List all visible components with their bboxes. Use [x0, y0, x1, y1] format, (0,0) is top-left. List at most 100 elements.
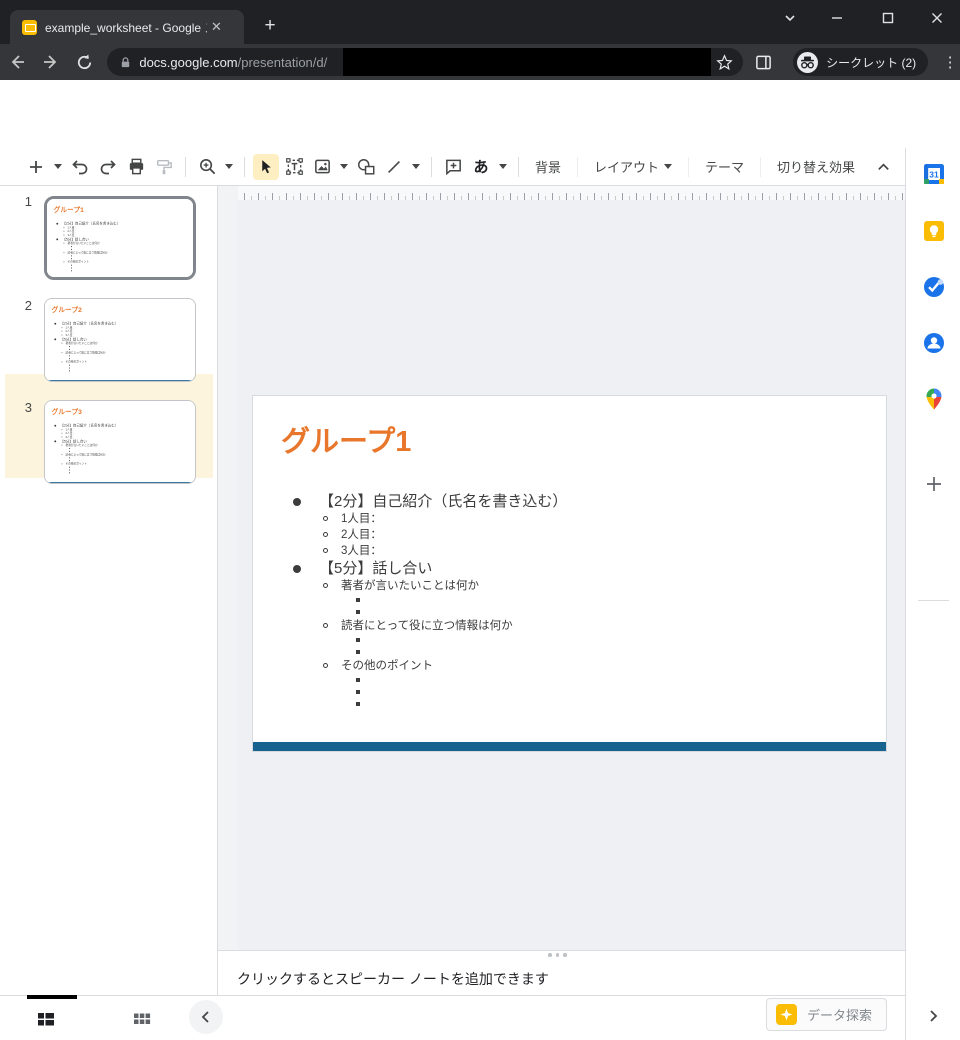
maps-icon[interactable] — [921, 386, 946, 411]
tasks-icon[interactable] — [921, 274, 946, 299]
browser-menu-icon[interactable]: ⋮ — [940, 53, 960, 71]
add-addon-icon[interactable] — [921, 471, 946, 496]
reload-icon[interactable] — [68, 53, 102, 72]
tab-close-icon[interactable]: ✕ — [211, 19, 222, 35]
bullet-item-level-2[interactable]: 3人目： — [253, 543, 886, 559]
window-maximize-icon[interactable] — [873, 4, 903, 32]
bottom-bar: データ探索 — [0, 995, 905, 1040]
theme-accent-bar — [253, 742, 886, 751]
bullet-item-level-3[interactable] — [253, 646, 886, 658]
bullet-text: その他のポイント — [341, 658, 433, 674]
insert-comment-icon[interactable] — [440, 154, 466, 180]
notes-drag-handle-icon[interactable] — [548, 953, 567, 957]
back-icon[interactable] — [0, 52, 34, 72]
thumbnail-content: グループ1【2分】自己紹介（氏名を書き込む）1人目：2人目：3人目：【5分】話し… — [47, 199, 195, 280]
bullet-item-level-3[interactable] — [253, 674, 886, 686]
bullet-item-level-3[interactable] — [253, 634, 886, 646]
calendar-icon[interactable]: 31 — [921, 161, 946, 186]
filmstrip-view-icon[interactable] — [33, 1006, 59, 1032]
text-box-icon[interactable] — [281, 154, 307, 180]
new-tab-button[interactable]: + — [258, 14, 282, 38]
bullet-item-level-3[interactable] — [253, 594, 886, 606]
bullet-marker — [61, 429, 62, 430]
bullet-item-level-3[interactable] — [253, 698, 886, 710]
bullet-text: 著者が言いたいことは何か — [68, 241, 100, 245]
bullet-marker — [323, 623, 328, 628]
window-close-icon[interactable] — [922, 4, 952, 32]
bullet-marker — [54, 338, 56, 340]
incognito-badge[interactable]: シークレット (2) — [793, 48, 928, 76]
bullet-marker — [356, 610, 360, 614]
thumbnail-slide-2[interactable]: グループ2 【2分】自己紹介（氏名を書き込む）1人目：2人目：3人目：【5分】話し… — [44, 298, 196, 382]
bullet-marker — [61, 343, 62, 344]
insert-image-icon[interactable] — [309, 154, 335, 180]
bullet-text: 読者にとって役に立つ情報は何か — [341, 618, 513, 634]
expand-panel-icon[interactable] — [920, 1003, 946, 1029]
ruler-corner — [218, 186, 238, 200]
bullet-marker — [69, 349, 70, 350]
collapse-toolbar-icon[interactable] — [876, 148, 891, 186]
layout-dropdown-icon — [664, 164, 672, 169]
select-tool-icon[interactable] — [253, 154, 279, 180]
filmstrip-panel: 1 グループ1【2分】自己紹介（氏名を書き込む）1人目：2人目：3人目：【5分】… — [0, 186, 218, 995]
zoom-dropdown-icon[interactable] — [222, 154, 236, 180]
redo-icon[interactable] — [95, 154, 121, 180]
bullet-item-level-3[interactable] — [253, 686, 886, 698]
slide-title[interactable]: グループ1 — [281, 418, 411, 460]
bullet-item-level-1[interactable]: 【5分】話し合い — [253, 559, 886, 578]
window-menu-chevron-icon[interactable] — [775, 4, 805, 32]
bullet-marker — [61, 361, 62, 362]
theme-accent-bar — [45, 380, 193, 382]
bullet-item-level-1[interactable]: 【2分】自己紹介（氏名を書き込む） — [253, 492, 886, 511]
bullet-marker — [61, 433, 62, 434]
active-view-indicator — [27, 995, 77, 999]
bullet-item-level-3[interactable] — [253, 606, 886, 618]
speaker-notes[interactable]: クリックするとスピーカー ノートを追加できます — [218, 950, 905, 995]
image-dropdown-icon[interactable] — [337, 154, 351, 180]
contacts-icon[interactable] — [921, 330, 946, 355]
slide-body: 【2分】自己紹介（氏名を書き込む）1人目：2人目：3人目：【5分】話し合い著者が… — [45, 321, 193, 372]
keep-icon[interactable] — [921, 218, 946, 243]
line-dropdown-icon[interactable] — [409, 154, 423, 180]
transition-button[interactable]: 切り替え効果 — [768, 157, 864, 176]
bullet-marker — [293, 565, 301, 573]
insert-line-icon[interactable] — [381, 154, 407, 180]
grid-view-icon[interactable] — [129, 1006, 155, 1032]
bullet-marker — [69, 358, 70, 359]
bullet-text: 1人目： — [341, 511, 382, 527]
layout-label: レイアウト — [594, 157, 659, 176]
new-slide-dropdown-icon[interactable] — [51, 154, 65, 180]
insert-shape-icon[interactable] — [353, 154, 379, 180]
bullet-item-level-2[interactable]: 読者にとって役に立つ情報は何か — [253, 618, 886, 634]
input-tools-dropdown-icon[interactable] — [496, 154, 510, 180]
undo-icon[interactable] — [67, 154, 93, 180]
bullet-item-level-2[interactable]: 1人目： — [253, 511, 886, 527]
url-input[interactable]: docs.google.com/presentation/d/ — [107, 48, 743, 76]
bullet-marker — [323, 548, 328, 553]
theme-button[interactable]: テーマ — [696, 157, 753, 176]
forward-icon[interactable] — [34, 52, 68, 72]
bullet-item-level-2[interactable]: その他のポイント — [253, 658, 886, 674]
slide-title: グループ2 — [52, 304, 82, 314]
main-slide[interactable]: グループ1 【2分】自己紹介（氏名を書き込む）1人目：2人目：3人目：【5分】話し… — [252, 395, 887, 752]
input-tools-button[interactable]: あ — [468, 154, 494, 180]
bullet-item-level-2[interactable]: 2人目： — [253, 527, 886, 543]
window-minimize-icon[interactable] — [822, 4, 852, 32]
thumbnail-slide-3[interactable]: グループ3【2分】自己紹介（氏名を書き込む）1人目：2人目：3人目：【5分】話し… — [44, 400, 196, 484]
background-button[interactable]: 背景 — [526, 157, 570, 176]
collapse-filmstrip-icon[interactable] — [189, 1000, 223, 1034]
bullet-marker — [356, 598, 360, 602]
new-slide-button[interactable] — [23, 154, 49, 180]
slide-body[interactable]: 【2分】自己紹介（氏名を書き込む）1人目：2人目：3人目：【5分】話し合い著者が… — [253, 492, 886, 710]
side-panel-icon[interactable] — [743, 54, 783, 71]
bullet-marker — [63, 252, 64, 253]
print-icon[interactable] — [123, 154, 149, 180]
bullet-marker — [71, 255, 72, 256]
bullet-item-level-2[interactable]: 著者が言いたいことは何か — [253, 578, 886, 594]
browser-tab[interactable]: example_worksheet - Google スラ ✕ — [10, 10, 244, 44]
zoom-icon[interactable] — [194, 154, 220, 180]
thumbnail-slide-1[interactable]: グループ1【2分】自己紹介（氏名を書き込む）1人目：2人目：3人目：【5分】話し… — [44, 196, 196, 280]
layout-button[interactable]: レイアウト — [585, 157, 681, 176]
bookmark-star-icon[interactable] — [716, 54, 733, 71]
explore-button[interactable]: データ探索 — [766, 998, 887, 1031]
